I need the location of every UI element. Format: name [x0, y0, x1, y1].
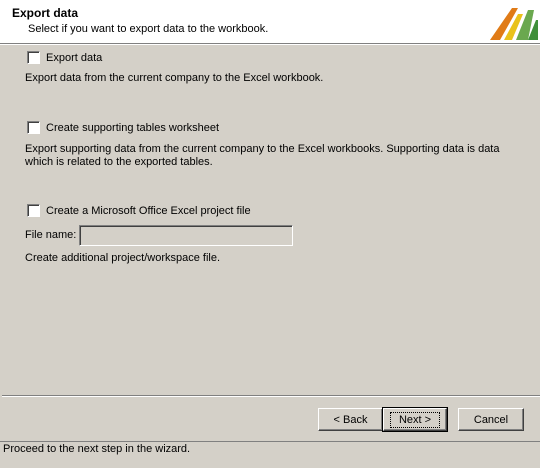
export-data-checkbox[interactable] — [27, 51, 40, 64]
supporting-tables-label[interactable]: Create supporting tables worksheet — [46, 122, 219, 134]
project-file-checkbox[interactable] — [27, 204, 40, 217]
page-subtitle: Select if you want to export data to the… — [28, 23, 269, 35]
status-text: Proceed to the next step in the wizard. — [3, 443, 191, 455]
file-name-label: File name: — [25, 229, 77, 241]
supporting-tables-checkbox[interactable] — [27, 121, 40, 134]
export-data-description: Export data from the current company to … — [25, 72, 324, 84]
supporting-tables-option[interactable]: Create supporting tables worksheet — [27, 121, 219, 134]
footer-divider-highlight — [2, 396, 540, 397]
supporting-tables-description-line1: Export supporting data from the current … — [25, 143, 500, 155]
next-button-label[interactable]: Next > — [389, 411, 441, 428]
microsoft-dynamics-logo-icon — [490, 8, 538, 40]
file-name-field[interactable] — [79, 225, 293, 246]
cancel-button[interactable]: Cancel — [458, 408, 524, 431]
wizard-content — [0, 45, 542, 395]
back-button[interactable]: < Back — [318, 408, 383, 431]
supporting-tables-description-line2: which is related to the exported tables. — [25, 156, 213, 168]
export-data-option[interactable]: Export data — [27, 51, 102, 64]
page-title: Export data — [12, 6, 79, 20]
wizard-header: Export data Select if you want to export… — [0, 0, 542, 44]
project-file-description: Create additional project/workspace file… — [25, 252, 221, 264]
project-file-label[interactable]: Create a Microsoft Office Excel project … — [46, 205, 251, 217]
next-button[interactable]: Next > — [382, 407, 448, 432]
export-data-label[interactable]: Export data — [46, 52, 102, 64]
project-file-option[interactable]: Create a Microsoft Office Excel project … — [27, 204, 251, 217]
